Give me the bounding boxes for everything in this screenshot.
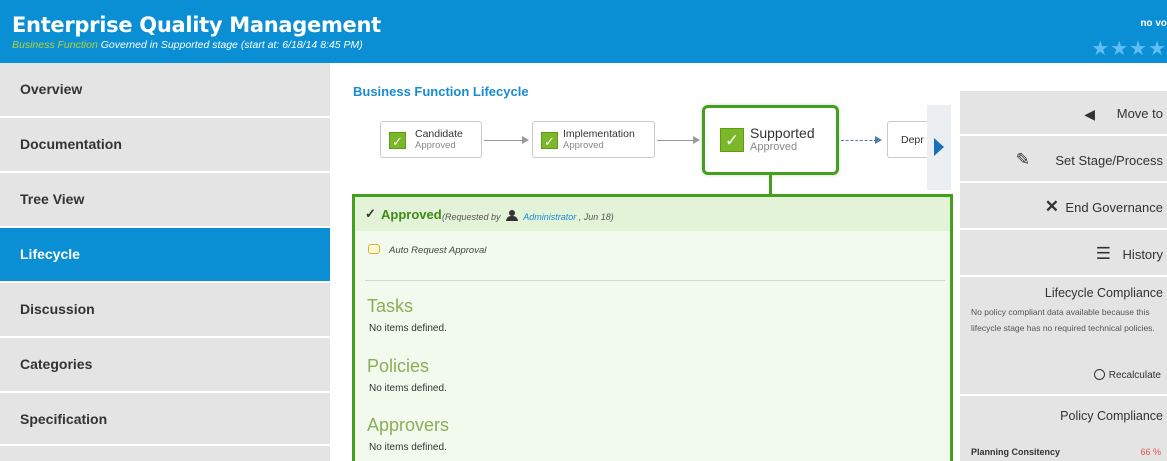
check-icon: ✓: [541, 132, 558, 149]
app-header: Enterprise Quality Management Business F…: [0, 0, 1167, 63]
set-stage-label: Set Stage/Process: [1055, 153, 1163, 168]
current-stage-connector: [769, 175, 772, 195]
star-rating-icon[interactable]: ★★★★: [1091, 36, 1167, 61]
approvers-empty: No items defined.: [369, 442, 447, 453]
history-button[interactable]: ☰ History: [960, 232, 1167, 277]
stage-status: Approved: [563, 140, 604, 151]
nav-divider: [0, 444, 330, 446]
policy-name: Planning Consitency: [971, 447, 1061, 457]
votes-label: no vo: [1140, 18, 1167, 29]
comment-icon: [368, 244, 380, 254]
recalculate-button[interactable]: Recalculate: [1093, 369, 1161, 381]
lifecycle-title: Business Function Lifecycle: [353, 84, 529, 99]
policy-compliance-section: Policy Compliance Planning Consitency 66…: [960, 398, 1167, 461]
tasks-heading: Tasks: [367, 296, 414, 316]
scroll-stages-right-button[interactable]: [927, 105, 951, 190]
nav-item-discussion[interactable]: Discussion: [0, 283, 330, 336]
history-label: History: [1122, 247, 1163, 262]
recalculate-label: Recalculate: [1108, 370, 1161, 381]
app-title: Enterprise Quality Management: [12, 13, 381, 37]
move-to-label: Move to: [1116, 106, 1163, 121]
approval-requester: (Requested by Administrator , Jun 18): [442, 210, 614, 222]
policy-compliance-row: Planning Consitency 66 %: [960, 444, 1167, 461]
policies-empty: No items defined.: [369, 383, 447, 394]
lifecycle-compliance-text: No policy compliant data available becau…: [971, 307, 1155, 333]
stage-name: Implementation: [563, 128, 635, 140]
policies-heading: Policies: [367, 356, 430, 376]
approvers-heading: Approvers: [367, 415, 450, 435]
arrow-head-icon: [693, 136, 700, 144]
auto-request-row: Auto Request Approval: [368, 244, 486, 256]
stage-arrow: [484, 140, 524, 141]
sidebar-nav: Overview Documentation Tree View Lifecyc…: [0, 63, 330, 461]
stage-implementation[interactable]: ✓ Implementation Approved: [532, 121, 655, 158]
pencil-icon: ✎: [1015, 150, 1030, 169]
stage-supported-current[interactable]: ✓ Supported Approved: [702, 105, 839, 175]
chevron-right-icon: [934, 138, 944, 156]
stage-status: Approved: [415, 140, 456, 151]
stage-candidate[interactable]: ✓ Candidate Approved: [380, 121, 482, 158]
check-icon: ✓: [720, 128, 744, 152]
requester-link[interactable]: Administrator: [523, 212, 576, 222]
check-icon: ✓: [365, 206, 376, 221]
nav-item-documentation[interactable]: Documentation: [0, 118, 330, 171]
auto-request-text: Auto Request Approval: [389, 245, 487, 256]
end-governance-label: End Governance: [1065, 200, 1163, 215]
nav-item-categories[interactable]: Categories: [0, 338, 330, 391]
stage-name: Depr: [901, 134, 924, 146]
nav-item-specification[interactable]: Specification: [0, 393, 330, 446]
move-to-button[interactable]: ◀ Move to: [960, 91, 1167, 136]
check-icon: ✓: [389, 132, 406, 149]
stage-name: Supported: [750, 125, 815, 141]
arrow-head-icon: [875, 136, 882, 144]
tasks-empty: No items defined.: [369, 323, 447, 334]
triangle-left-icon: ◀: [1084, 106, 1095, 122]
circle-icon: [1093, 369, 1105, 380]
request-date: , Jun 18): [578, 212, 614, 222]
stage-detail-panel: ✓ Approved (Requested by Administrator ,…: [352, 194, 953, 461]
artifact-type: Business Function: [12, 39, 98, 51]
arrow-head-icon: [522, 136, 529, 144]
stage-status: Approved: [750, 141, 798, 153]
nav-item-overview[interactable]: Overview: [0, 63, 330, 116]
approval-bar: ✓ Approved (Requested by Administrator ,…: [355, 197, 950, 231]
lifecycle-compliance-title: Lifecycle Compliance: [1044, 286, 1163, 300]
policy-compliance-title: Policy Compliance: [1060, 409, 1163, 423]
stage-name: Candidate: [415, 128, 463, 140]
next-stage-arrow: [841, 140, 877, 141]
divider: [365, 280, 945, 281]
close-x-icon: ✕: [1044, 197, 1059, 216]
governance-status: Governed in Supported stage (start at: 6…: [100, 39, 363, 51]
set-stage-process-button[interactable]: ✎ Set Stage/Process: [960, 138, 1167, 183]
requested-by-prefix: (Requested by: [442, 212, 501, 222]
actions-panel: ◀ Move to ✎ Set Stage/Process ✕ End Gove…: [960, 91, 1167, 461]
menu-lines-icon: ☰: [1095, 244, 1111, 263]
stage-arrow: [657, 140, 695, 141]
user-icon: [506, 210, 519, 221]
governance-subtitle: Business Function Governed in Supported …: [12, 39, 363, 51]
approval-status: Approved: [381, 207, 442, 222]
nav-item-lifecycle[interactable]: Lifecycle: [0, 228, 330, 281]
nav-item-tree-view[interactable]: Tree View: [0, 173, 330, 226]
lifecycle-compliance-section: Lifecycle Compliance No policy compliant…: [960, 279, 1167, 396]
policy-value: 66 %: [1140, 447, 1161, 457]
end-governance-button[interactable]: ✕ End Governance: [960, 185, 1167, 230]
